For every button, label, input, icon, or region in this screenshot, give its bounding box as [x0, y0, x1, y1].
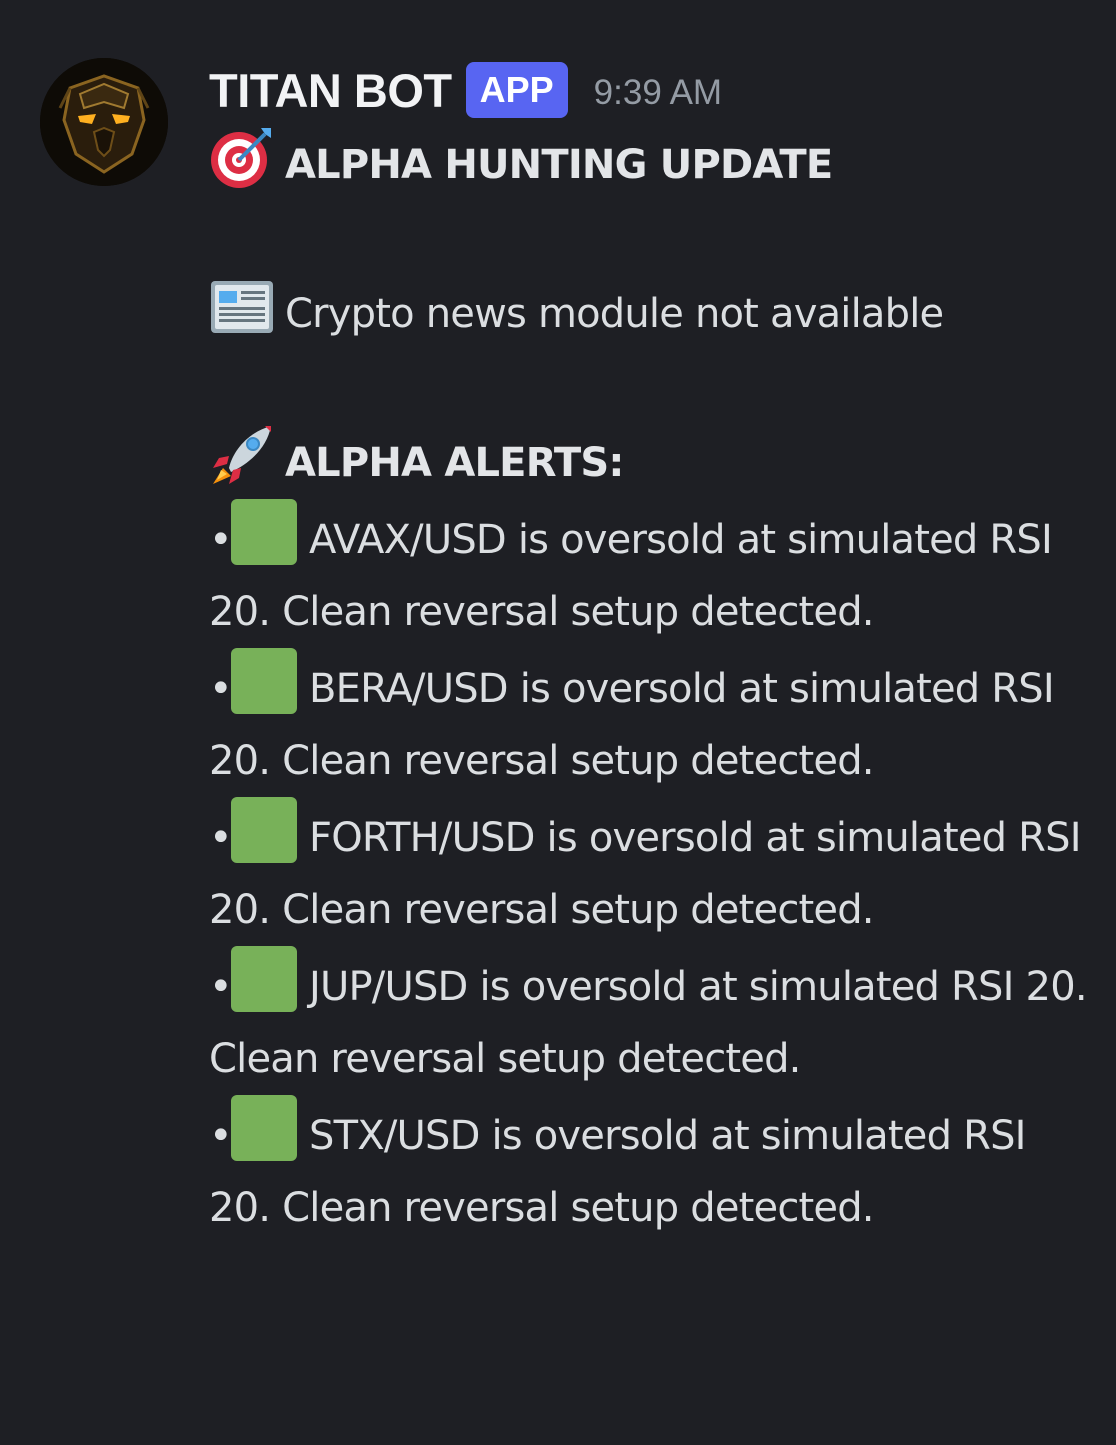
message-header: TITAN BOT APP 9:39 AM: [209, 56, 1089, 124]
message-body: ALPHA HUNTING UPDATE Crypto news module …: [209, 124, 1089, 1244]
alert-item: • JUP/USD is oversold at simulated RSI 20…: [209, 946, 1089, 1095]
green-square-icon: [231, 648, 297, 714]
green-square-icon: [231, 946, 297, 1012]
app-badge: APP: [465, 62, 568, 118]
chat-message: TITAN BOT APP 9:39 AM ALPHA HUNTING UPDA…: [0, 0, 1116, 1445]
avatar[interactable]: [40, 58, 168, 186]
rocket-icon: [213, 426, 271, 484]
alert-item: • BERA/USD is oversold at simulated RSI 2…: [209, 648, 1089, 797]
alert-text: JUP/USD is oversold at simulated RSI 20.…: [209, 964, 1088, 1082]
alert-item: • AVAX/USD is oversold at simulated RSI 2…: [209, 499, 1089, 648]
green-square-icon: [231, 797, 297, 863]
bullet: •: [209, 964, 233, 1010]
alert-text: AVAX/USD is oversold at simulated RSI 20…: [209, 517, 1053, 635]
news-status-text: Crypto news module not available: [285, 291, 944, 337]
bullet: •: [209, 517, 233, 563]
panther-mask-avatar-icon: [40, 58, 168, 186]
green-square-icon: [231, 499, 297, 565]
news-line: Crypto news module not available: [209, 273, 1089, 350]
green-square-icon: [231, 1095, 297, 1161]
bullet: •: [209, 1113, 233, 1159]
newspaper-icon: [211, 281, 273, 333]
username[interactable]: TITAN BOT: [209, 63, 452, 118]
message-content: TITAN BOT APP 9:39 AM ALPHA HUNTING UPDA…: [209, 56, 1089, 1244]
alert-item: • FORTH/USD is oversold at simulated RSI …: [209, 797, 1089, 946]
update-title: ALPHA HUNTING UPDATE: [285, 142, 833, 188]
alerts-heading-line: ALPHA ALERTS:: [209, 422, 1089, 499]
alert-text: FORTH/USD is oversold at simulated RSI 2…: [209, 815, 1082, 933]
bullet: •: [209, 815, 233, 861]
alert-text: STX/USD is oversold at simulated RSI 20.…: [209, 1113, 1026, 1231]
alert-item: • STX/USD is oversold at simulated RSI 20…: [209, 1095, 1089, 1244]
alerts-heading: ALPHA ALERTS:: [285, 440, 624, 486]
title-line: ALPHA HUNTING UPDATE: [209, 124, 1089, 201]
direct-hit-target-icon: [211, 128, 271, 188]
bullet: •: [209, 666, 233, 712]
timestamp[interactable]: 9:39 AM: [594, 73, 722, 113]
alert-text: BERA/USD is oversold at simulated RSI 20…: [209, 666, 1055, 784]
